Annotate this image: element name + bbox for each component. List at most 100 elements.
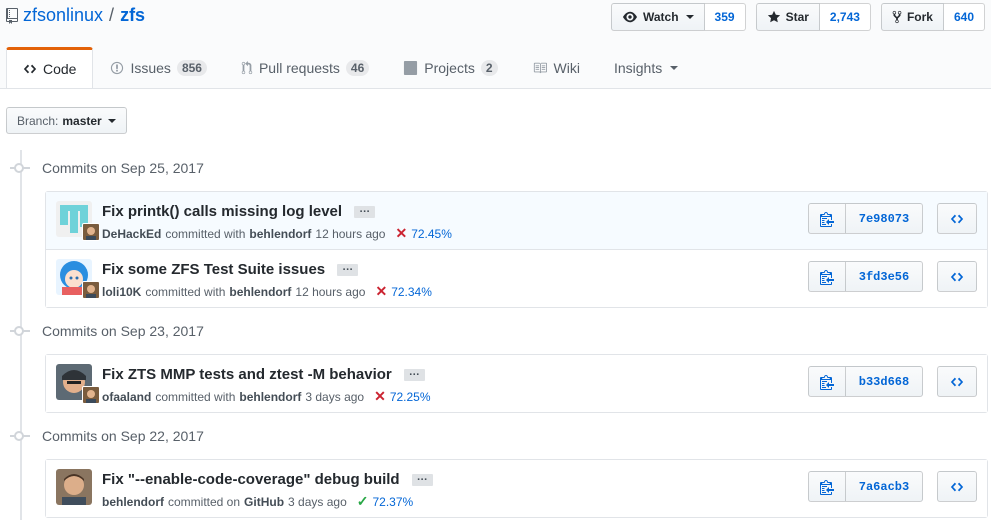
tab-issues[interactable]: Issues 856: [93, 47, 224, 88]
commit-committer[interactable]: behlendorf: [249, 227, 311, 241]
caret-down-icon: [670, 66, 679, 70]
tab-pull-requests-label: Pull requests: [258, 60, 340, 76]
commit-group-title: Commits on Sep 25, 2017: [0, 160, 204, 176]
commit-group-date: Commits on Sep 23, 2017: [42, 323, 204, 339]
fork-count[interactable]: 640: [943, 3, 985, 31]
committer-avatar[interactable]: [82, 386, 100, 404]
commit-time: 3 days ago: [288, 494, 347, 509]
star-label: Star: [785, 10, 809, 24]
commit-verb: committed with: [165, 226, 246, 241]
commit-row: Fix some ZFS Test Suite issues … loli10K…: [46, 250, 987, 307]
commit-title-link[interactable]: Fix "--enable-code-coverage" debug build: [102, 471, 400, 488]
ellipsis-expander-button[interactable]: …: [354, 203, 376, 218]
commit-committer[interactable]: GitHub: [244, 495, 284, 509]
issues-counter: 856: [176, 60, 207, 76]
commit-meta: DeHackEd committed with behlendorf 12 ho…: [102, 225, 452, 242]
commit-message[interactable]: Fix "--enable-code-coverage" debug build…: [102, 471, 433, 488]
fork-group: Fork 640: [880, 3, 985, 31]
commit-verb: committed on: [168, 494, 241, 509]
caret-down-icon: [685, 15, 694, 19]
commit-group-title: Commits on Sep 22, 2017: [0, 428, 204, 444]
tab-code[interactable]: Code: [6, 47, 94, 88]
tab-insights[interactable]: Insights: [597, 47, 695, 88]
sha-group: b33d668: [808, 366, 923, 397]
commit-author[interactable]: ofaaland: [102, 390, 151, 404]
commit-author[interactable]: behlendorf: [102, 495, 164, 509]
commit-meta: behlendorf committed on GitHub 3 days ag…: [102, 493, 413, 510]
watch-button[interactable]: Watch: [610, 3, 705, 31]
fork-button[interactable]: Fork: [880, 3, 944, 31]
copy-sha-button[interactable]: [808, 471, 846, 502]
commit-committer[interactable]: behlendorf: [229, 285, 291, 299]
commit-sha-link[interactable]: b33d668: [846, 366, 923, 397]
x-status-icon[interactable]: ✕: [375, 283, 387, 300]
commit-author[interactable]: DeHackEd: [102, 227, 161, 241]
tab-pull-requests[interactable]: Pull requests 46: [224, 47, 386, 88]
commit-message[interactable]: Fix some ZFS Test Suite issues …: [102, 261, 359, 278]
tab-projects-label: Projects: [424, 60, 475, 76]
x-status-icon[interactable]: ✕: [395, 225, 407, 242]
tab-projects[interactable]: Projects 2: [386, 47, 514, 88]
commit-time: 3 days ago: [305, 389, 365, 404]
commit-committer[interactable]: behlendorf: [239, 390, 301, 404]
commit-sha-link[interactable]: 7a6acb3: [846, 471, 923, 502]
commit-author[interactable]: loli10K: [102, 285, 141, 299]
copy-sha-button[interactable]: [808, 203, 846, 234]
clippy-icon: [820, 374, 834, 390]
watch-count[interactable]: 359: [704, 3, 746, 31]
repo-name-link[interactable]: zfs: [120, 5, 145, 26]
git-commit-icon: [14, 326, 24, 336]
repo-owner-link[interactable]: zfsonlinux: [23, 5, 103, 26]
repo-nav-tabs: Code Issues 856 Pull requests 46 Project…: [6, 47, 695, 88]
git-commit-icon: [14, 431, 24, 441]
star-count[interactable]: 2,743: [819, 3, 871, 31]
x-status-icon[interactable]: ✕: [374, 388, 386, 405]
coverage-link[interactable]: 72.25%: [390, 390, 431, 404]
committer-avatar[interactable]: [82, 281, 100, 299]
browse-tree-button[interactable]: [937, 203, 977, 234]
repo-header: zfsonlinux / zfs Watch 359 Star 2,743 Fo…: [0, 0, 991, 89]
commit-group-date: Commits on Sep 22, 2017: [42, 428, 204, 444]
committer-avatar[interactable]: [82, 223, 100, 241]
branch-select-button[interactable]: Branch: master: [6, 107, 127, 134]
coverage-link[interactable]: 72.34%: [391, 285, 432, 299]
coverage-link[interactable]: 72.45%: [411, 227, 452, 241]
fork-label: Fork: [906, 10, 933, 24]
ellipsis-expander-button[interactable]: …: [337, 261, 359, 276]
commit-message[interactable]: Fix printk() calls missing log level …: [102, 203, 376, 220]
check-status-icon[interactable]: ✓: [357, 493, 369, 510]
browse-tree-button[interactable]: [937, 366, 977, 397]
commit-message[interactable]: Fix ZTS MMP tests and ztest -M behavior …: [102, 366, 425, 383]
author-avatar[interactable]: [56, 469, 92, 505]
browse-tree-button[interactable]: [937, 261, 977, 292]
commit-verb: committed with: [145, 284, 226, 299]
tab-wiki[interactable]: Wiki: [515, 47, 597, 88]
ellipsis-expander-button[interactable]: …: [403, 366, 425, 381]
commit-sha-link[interactable]: 7e98073: [846, 203, 923, 234]
copy-sha-button[interactable]: [808, 366, 846, 397]
commit-list: Fix "--enable-code-coverage" debug build…: [45, 459, 988, 518]
git-commit-icon: [14, 163, 24, 173]
code-icon: [950, 214, 964, 223]
pull-requests-counter: 46: [345, 60, 370, 76]
coverage-link[interactable]: 72.37%: [372, 495, 413, 509]
tab-wiki-label: Wiki: [553, 60, 580, 76]
branch-prefix: Branch:: [17, 113, 59, 128]
sha-group: 7a6acb3: [808, 471, 923, 502]
ellipsis-expander-button[interactable]: …: [411, 471, 433, 486]
copy-sha-button[interactable]: [808, 261, 846, 292]
project-icon: [404, 61, 418, 75]
commit-sha-link[interactable]: 3fd3e56: [846, 261, 923, 292]
commit-title-link[interactable]: Fix printk() calls missing log level: [102, 203, 342, 220]
branch-name: master: [62, 113, 102, 128]
git-pull-request-icon: [241, 61, 253, 75]
watch-label: Watch: [642, 10, 679, 24]
star-button[interactable]: Star: [755, 3, 820, 31]
repo-icon: [6, 7, 18, 24]
fork-icon: [892, 10, 902, 24]
browse-tree-button[interactable]: [937, 471, 977, 502]
commit-title-link[interactable]: Fix ZTS MMP tests and ztest -M behavior: [102, 366, 392, 383]
commit-title-link[interactable]: Fix some ZFS Test Suite issues: [102, 261, 325, 278]
watch-group: Watch 359: [610, 3, 746, 31]
commit-row: Fix ZTS MMP tests and ztest -M behavior …: [46, 355, 987, 412]
